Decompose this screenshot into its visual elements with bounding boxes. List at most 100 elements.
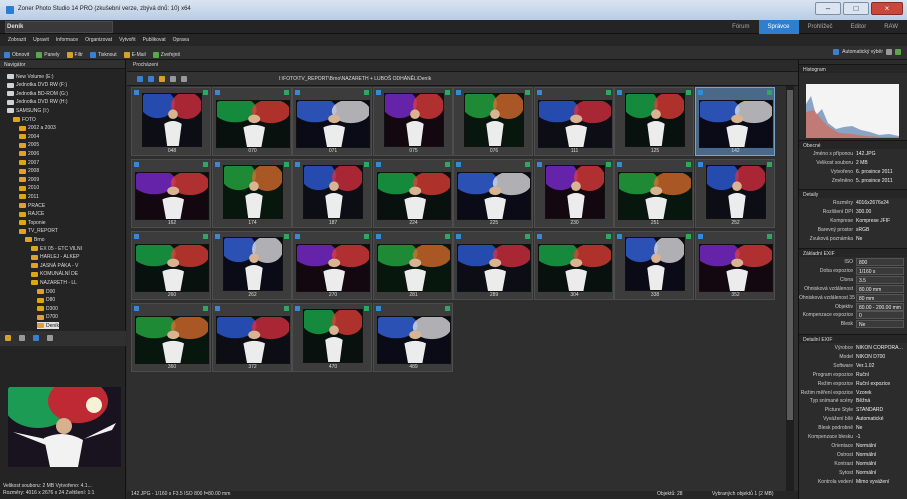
photo-thumbnail[interactable]: 142 [694,87,775,156]
mode-tab-2[interactable]: Prohlížeč [799,20,842,34]
sort-icon[interactable] [181,75,187,82]
tree-item[interactable]: KOMUNÁLNÍ DE [31,271,78,278]
photo-thumbnail[interactable]: 071 [292,87,372,156]
tree-item[interactable]: 2005 [19,142,39,149]
tree-item[interactable]: 2004 [19,133,39,140]
auto-select-label[interactable]: Automatický výběr [842,49,883,55]
tool-icon[interactable] [895,49,901,55]
photo-thumbnail[interactable]: 289 [453,231,533,300]
photo-thumbnail[interactable]: 270 [292,231,372,300]
photo-thumbnail[interactable]: 360 [131,303,211,372]
view-icon[interactable] [886,49,892,55]
tree-item[interactable]: Jednotka DVD RW (H:) [7,99,68,106]
tree-item[interactable]: Toponie [19,219,46,226]
tree-item[interactable]: D80 [37,297,55,304]
scroll-thumb[interactable] [787,90,793,420]
photo-thumbnail[interactable]: 338 [614,231,694,300]
panel-toggle-icon[interactable] [47,335,53,341]
photo-thumbnail[interactable]: 225 [453,159,533,228]
tree-item[interactable]: 2006 [19,150,39,157]
tree-item[interactable]: Deník [37,322,60,330]
menu-item-4[interactable]: Vytvořit [119,37,135,46]
maximize-button[interactable]: □ [843,2,869,15]
toolbar-item-2[interactable]: Filtr [66,51,83,58]
folder-icon[interactable] [159,75,165,82]
tree-item[interactable]: HARLEJ - ALKEP [31,254,79,261]
tree-item[interactable]: Brno [25,236,45,243]
tree-item[interactable]: 2010 [19,185,39,192]
back-icon[interactable] [137,75,143,82]
section-header[interactable]: Obecné [799,140,907,149]
photo-thumbnail[interactable]: 048 [131,87,211,156]
toolbar-item-3[interactable]: Tisknout [89,51,117,58]
tree-item[interactable]: 2002 a 2003 [19,125,56,132]
tree-item[interactable]: RAJCE [19,211,44,218]
photo-thumbnail[interactable]: 251 [614,159,694,228]
menu-item-0[interactable]: Zobrazit [8,37,26,46]
photo-thumbnail[interactable]: 260 [131,231,211,300]
tree-item[interactable]: 2009 [19,176,39,183]
photo-thumbnail[interactable]: 111 [533,87,614,156]
mode-tab-3[interactable]: Editor [842,20,876,34]
photo-thumbnail[interactable]: 076 [453,87,533,156]
favorites-icon[interactable] [19,335,25,341]
tree-item[interactable]: PRACE [19,202,45,209]
mode-tab-1[interactable]: Správce [758,20,799,34]
photo-thumbnail[interactable]: 075 [372,87,453,156]
section-header[interactable]: Detailní EXIF [799,334,907,343]
photo-thumbnail[interactable]: 224 [372,159,453,228]
tree-item[interactable]: Jednotka BD-ROM (G:) [7,90,68,97]
photo-thumbnail[interactable]: 252 [694,159,775,228]
tree-item[interactable]: D300 [37,305,58,312]
tree-item[interactable]: EX 05 - ETC VILNI [31,245,82,252]
photo-thumbnail[interactable]: 125 [614,87,694,156]
section-header[interactable]: Detaily [799,189,907,198]
tree-item[interactable]: FOTO [13,116,36,123]
tree-item[interactable]: 2008 [19,168,39,175]
tree-item[interactable]: D700 [37,314,58,321]
section-header[interactable]: Základní EXIF [799,248,907,257]
menu-item-1[interactable]: Upravit [33,37,49,46]
forward-icon[interactable] [148,75,154,82]
auto-select-icon[interactable] [833,49,840,55]
photo-thumbnail[interactable]: 262 [211,231,292,300]
thumbnail-scrollbar[interactable] [786,86,794,491]
photo-thumbnail[interactable]: 489 [372,303,453,372]
tree-item[interactable]: SAMSUNG (I:) [7,107,49,114]
photo-thumbnail[interactable]: 281 [372,231,453,300]
tree-item[interactable]: 2007 [19,159,39,166]
tree-item[interactable]: New Volume (E:) [7,73,54,80]
photo-thumbnail[interactable]: 304 [533,231,614,300]
menu-item-6[interactable]: Oprava [173,37,189,46]
mode-tab-4[interactable]: RAW [875,20,907,34]
menu-item-5[interactable]: Publikovat [143,37,166,46]
filter-icon[interactable] [170,75,176,82]
photo-thumbnail[interactable]: 174 [211,159,292,228]
tree-item[interactable]: TV_REPORT [19,228,58,235]
photo-thumbnail[interactable]: 352 [694,231,775,300]
toolbar-item-0[interactable]: Obnovit [4,51,29,58]
catalog-icon[interactable] [33,335,39,341]
toolbar-item-5[interactable]: Zveřejnit [152,51,180,58]
minimize-button[interactable]: – [815,2,841,15]
photo-thumbnail[interactable]: 230 [533,159,614,228]
photo-thumbnail[interactable]: 070 [211,87,292,156]
tree-item[interactable]: NAZARETH - LL [31,279,77,286]
tree-item[interactable]: D00 [37,288,55,295]
toolbar-item-1[interactable]: Panely [36,51,60,58]
toolbar-item-4[interactable]: E-Mail [123,51,146,58]
section-header[interactable]: Histogram [799,64,907,73]
folder-path[interactable]: I:\FOTO\TV_REPORT\Brno\NAZARETH + LUBOŠ … [279,76,431,82]
photo-thumbnail[interactable]: 187 [292,159,372,228]
menu-item-3[interactable]: Organizovat [85,37,112,46]
photo-thumbnail[interactable]: 162 [131,159,211,228]
mode-tab-0[interactable]: Fórum [723,20,758,34]
tree-item[interactable]: Jednotka DVD RW (F:) [7,82,67,89]
folder-tool-icon[interactable] [5,335,11,341]
photo-thumbnail[interactable]: 372 [211,303,292,372]
photo-thumbnail[interactable]: 470 [292,303,372,372]
tree-item[interactable]: 2011 [19,193,39,200]
close-button[interactable]: × [871,2,903,15]
menu-item-2[interactable]: Informace [56,37,78,46]
tree-item[interactable]: JASNÁ PÁKA - V [31,262,78,269]
